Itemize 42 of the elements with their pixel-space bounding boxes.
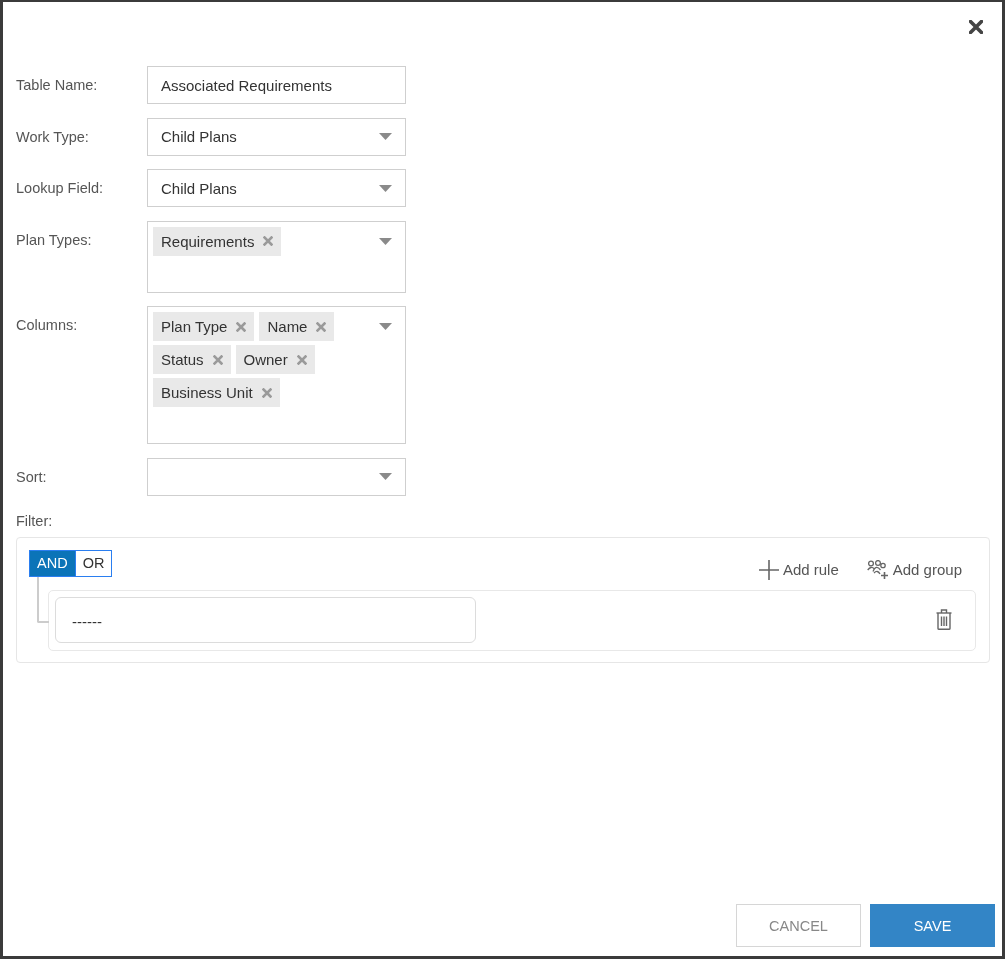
add-group-button[interactable]: Add group — [866, 559, 962, 580]
field-label: Sort: — [16, 467, 48, 487]
filter-label: Filter: — [16, 512, 53, 530]
add-rule-button[interactable]: Add rule — [758, 559, 839, 580]
multi-select-field[interactable]: Plan Type Name Status Owner Business Unit — [147, 306, 406, 444]
dropdown-field[interactable]: Child Plans — [147, 117, 406, 156]
caret-icon — [379, 323, 392, 330]
tag-label: Plan Type — [161, 318, 228, 335]
remove-icon[interactable] — [261, 387, 272, 398]
tag-label: Requirements — [161, 232, 255, 250]
remove-icon[interactable] — [316, 321, 327, 332]
rule-field-select[interactable]: ------ — [55, 596, 476, 643]
text-input-field[interactable]: Associated Requirements — [147, 66, 406, 104]
caret-icon — [379, 184, 392, 192]
conjunction-toggle[interactable]: OR — [75, 549, 113, 577]
cancel-button[interactable]: CANCEL — [736, 904, 861, 947]
close-icon[interactable] — [969, 20, 983, 34]
caret-icon — [379, 473, 392, 480]
dropdown-field[interactable]: Child Plans — [147, 169, 406, 207]
field-label: Work Type: — [16, 127, 90, 147]
field-label: Table Name: — [16, 76, 99, 95]
tag-label: Status — [161, 351, 204, 368]
save-button[interactable]: SAVE — [870, 904, 995, 947]
dropdown-field[interactable] — [147, 457, 406, 496]
tag-label: Name — [267, 318, 308, 335]
connector-line — [37, 576, 49, 623]
tag-label: Owner — [243, 351, 288, 368]
caret-icon — [379, 133, 392, 140]
tag-label: Business Unit — [161, 384, 253, 401]
field-label: Columns: — [16, 316, 79, 335]
trash-icon[interactable] — [936, 609, 952, 630]
conjunction-toggle[interactable]: AND — [29, 549, 76, 577]
remove-icon[interactable] — [263, 236, 274, 246]
remove-icon[interactable] — [212, 354, 223, 365]
plus-icon — [758, 559, 779, 580]
caret-icon — [379, 237, 392, 245]
remove-icon[interactable] — [296, 354, 307, 365]
people-plus-icon — [866, 560, 889, 579]
field-label: Plan Types: — [16, 230, 93, 250]
multi-select-field[interactable]: Requirements — [147, 220, 406, 293]
field-label: Lookup Field: — [16, 179, 105, 198]
remove-icon[interactable] — [236, 321, 247, 332]
